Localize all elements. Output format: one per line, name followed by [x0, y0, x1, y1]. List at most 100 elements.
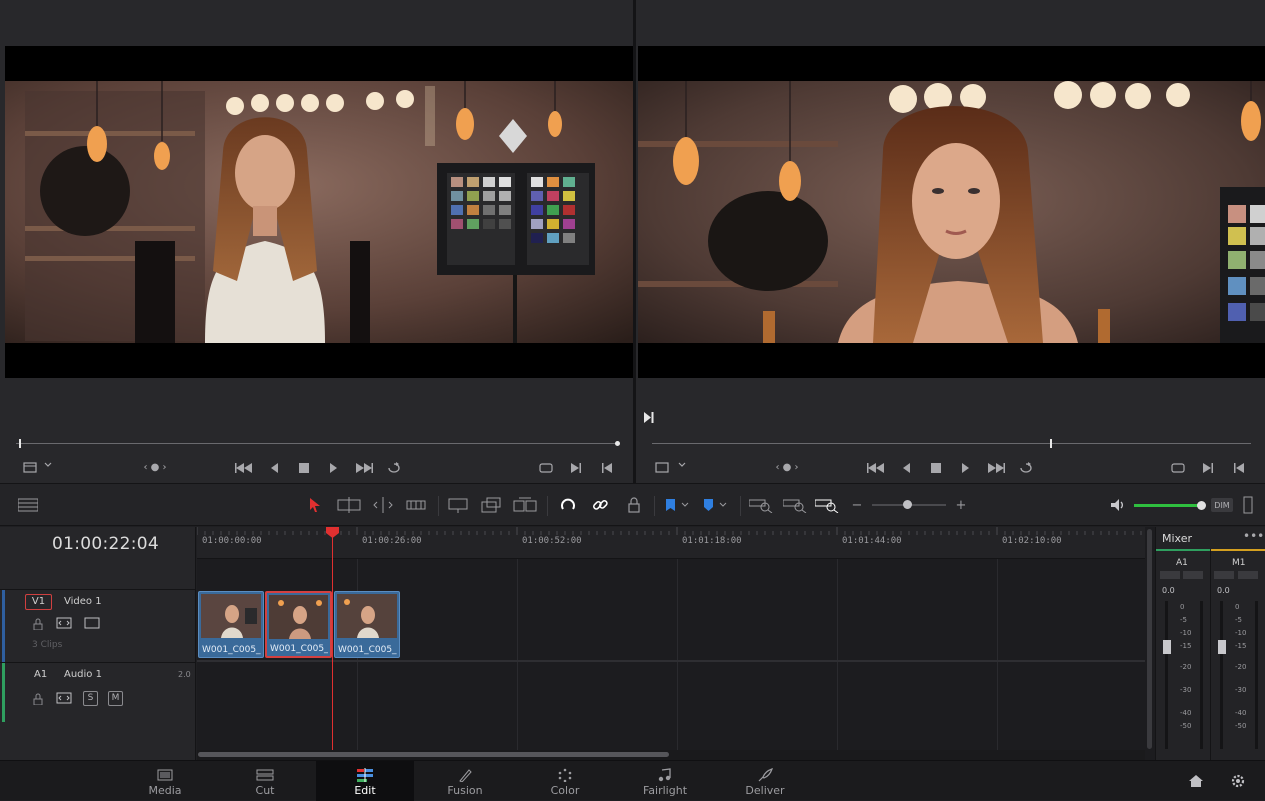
video-clip-selected[interactable]: W001_C005_...	[265, 591, 332, 658]
meter-toggle-icon[interactable]	[1242, 495, 1254, 515]
scrollbar-thumb[interactable]	[198, 752, 669, 757]
volume-slider-knob[interactable]	[1197, 500, 1206, 510]
video-track-id[interactable]: V1	[25, 594, 52, 610]
trim-icon[interactable]	[336, 495, 362, 515]
lock-track-icon[interactable]	[32, 618, 44, 633]
track-divider	[197, 660, 1145, 662]
loop-icon[interactable]	[1016, 458, 1036, 478]
source-viewer-screen[interactable]	[5, 46, 633, 378]
playhead-line[interactable]	[332, 527, 333, 750]
chevron-down-icon[interactable]	[42, 458, 54, 478]
skip-to-end-icon[interactable]	[985, 458, 1007, 478]
snapping-icon[interactable]	[558, 495, 578, 515]
replace-clip-icon[interactable]	[512, 495, 538, 515]
match-frame-icon[interactable]	[536, 458, 556, 478]
jog-icon[interactable]: ‹ ● ›	[135, 458, 175, 478]
clip-view-icon[interactable]	[654, 458, 670, 478]
mute-button[interactable]: M	[108, 691, 123, 706]
stop-icon[interactable]	[296, 458, 312, 478]
layout-icon[interactable]	[16, 495, 40, 515]
prev-edit-icon[interactable]	[1231, 458, 1247, 478]
video-clip[interactable]: W001_C005_...	[334, 591, 400, 658]
home-icon[interactable]	[1188, 774, 1204, 791]
loop-icon[interactable]	[384, 458, 404, 478]
timeline-timecode[interactable]: 01:00:22:04	[52, 534, 159, 554]
zoom-slider[interactable]	[872, 495, 946, 515]
mixer-channel-stripe	[1211, 549, 1265, 551]
dynamic-trim-icon[interactable]	[370, 495, 396, 515]
mixer-options-icon[interactable]: •••	[1243, 529, 1264, 543]
track-enable-icon[interactable]	[84, 617, 100, 632]
clip-name: W001_C005_...	[202, 645, 261, 655]
zoom-full-icon[interactable]	[748, 495, 774, 515]
audio-track-name[interactable]: Audio 1	[64, 669, 102, 680]
page-tab-color[interactable]: Color	[516, 761, 614, 801]
settings-gear-icon[interactable]	[1230, 773, 1246, 792]
play-icon[interactable]	[325, 458, 341, 478]
timeline-ruler[interactable]: 01:00:00:00 01:00:26:00 01:00:52:00 01:0…	[197, 527, 1145, 559]
page-tab-edit[interactable]: Edit	[316, 761, 414, 801]
jog-icon[interactable]: ‹ ● ›	[767, 458, 807, 478]
link-icon[interactable]	[590, 495, 610, 515]
stop-icon[interactable]	[928, 458, 944, 478]
selection-arrow-icon[interactable]	[306, 495, 324, 515]
zoom-custom-icon[interactable]	[814, 495, 840, 515]
page-tab-fusion[interactable]: Fusion	[416, 761, 514, 801]
zoom-in-icon[interactable]: +	[954, 495, 968, 515]
overwrite-clip-icon[interactable]	[480, 495, 502, 515]
video-clip[interactable]: W001_C005_...	[198, 591, 264, 658]
page-tab-cut[interactable]: Cut	[216, 761, 314, 801]
zoom-out-icon[interactable]: −	[850, 495, 864, 515]
marker-icon[interactable]	[700, 495, 730, 515]
skip-to-start-icon[interactable]	[865, 458, 887, 478]
play-icon[interactable]	[957, 458, 973, 478]
insert-clip-icon[interactable]	[446, 495, 470, 515]
blade-icon[interactable]	[404, 495, 428, 515]
timeline[interactable]: 01:00:00:00 01:00:26:00 01:00:52:00 01:0…	[197, 527, 1145, 760]
match-frame-icon[interactable]	[1168, 458, 1188, 478]
lock-track-icon[interactable]	[32, 693, 44, 708]
page-tab-deliver[interactable]: Deliver	[716, 761, 814, 801]
timeline-vertical-scrollbar[interactable]	[1145, 527, 1155, 760]
skip-to-start-icon[interactable]	[233, 458, 255, 478]
video-track-header[interactable]: V1 Video 1 3 Clips	[0, 589, 196, 662]
track-headers: 01:00:22:04 V1 Video 1 3 Clips A1 Audio …	[0, 527, 196, 760]
source-scrubber-start-handle[interactable]	[19, 439, 21, 448]
prev-edit-icon[interactable]	[599, 458, 615, 478]
play-reverse-icon[interactable]	[266, 458, 282, 478]
play-marker-icon[interactable]	[644, 412, 654, 423]
source-scrubber-playhead[interactable]	[615, 441, 620, 446]
edit-icon	[357, 768, 373, 782]
clip-view-icon[interactable]	[22, 458, 38, 478]
chevron-down-icon[interactable]	[676, 458, 688, 478]
audio-track-header[interactable]: A1 Audio 1 2.0 S M	[0, 662, 196, 722]
scrollbar-thumb[interactable]	[1147, 529, 1152, 749]
zoom-slider-knob[interactable]	[903, 500, 912, 509]
source-scrubber[interactable]	[16, 439, 620, 448]
timeline-horizontal-scrollbar[interactable]	[197, 750, 1145, 760]
auto-select-icon[interactable]	[56, 692, 72, 707]
zoom-detail-icon[interactable]	[782, 495, 808, 515]
page-tab-fairlight[interactable]: Fairlight	[616, 761, 714, 801]
next-edit-icon[interactable]	[568, 458, 584, 478]
volume-slider[interactable]	[1134, 495, 1206, 515]
page-tab-media[interactable]: Media	[116, 761, 214, 801]
dim-button[interactable]: DIM	[1211, 498, 1233, 512]
volume-icon[interactable]	[1108, 495, 1128, 515]
video-track-stripe	[2, 590, 5, 662]
audio-track-id[interactable]: A1	[34, 669, 47, 680]
fader-knob	[1163, 640, 1171, 654]
solo-button[interactable]: S	[83, 691, 98, 706]
flag-icon[interactable]	[662, 495, 692, 515]
skip-to-end-icon[interactable]	[353, 458, 375, 478]
ruler-ticks	[197, 527, 1142, 535]
timeline-scrubber[interactable]	[652, 439, 1251, 448]
mixer-faders	[1160, 571, 1258, 749]
timeline-viewer-screen[interactable]	[638, 46, 1265, 378]
auto-select-icon[interactable]	[56, 617, 72, 632]
lock-icon[interactable]	[624, 495, 644, 515]
next-edit-icon[interactable]	[1200, 458, 1216, 478]
play-reverse-icon[interactable]	[898, 458, 914, 478]
video-track-name[interactable]: Video 1	[64, 596, 102, 607]
timeline-scrubber-playhead[interactable]	[1050, 439, 1052, 448]
